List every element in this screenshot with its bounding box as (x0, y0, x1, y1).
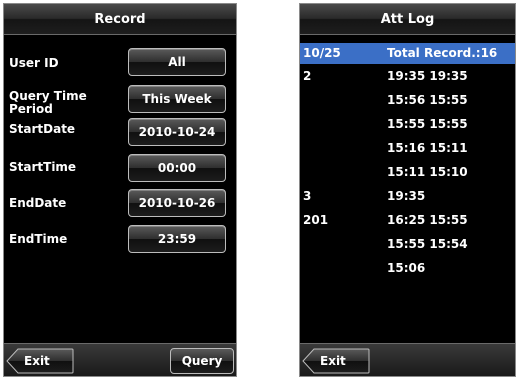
log-row[interactable]: 3 19:35 (300, 186, 515, 207)
end-time-label: EndTime (9, 232, 68, 246)
log-row[interactable]: 15:55 15:54 (300, 234, 515, 255)
query-time-period-button[interactable]: This Week (128, 85, 226, 113)
start-time-button[interactable]: 00:00 (128, 154, 226, 182)
user-id-label: User ID (9, 56, 59, 70)
att-log-title-bar: Att Log (300, 4, 515, 35)
att-log-bottom-bar: Exit (300, 343, 515, 376)
log-row[interactable]: 15:16 15:11 (300, 138, 515, 159)
end-date-button[interactable]: 2010-10-26 (128, 189, 226, 217)
log-row-times: 15:11 15:10 (387, 165, 468, 179)
record-title-bar: Record (4, 4, 236, 35)
log-row-times: 19:35 (387, 189, 426, 203)
att-log-exit-button[interactable]: Exit (302, 348, 376, 374)
record-screen: Record User ID All Query Time Period Thi… (3, 3, 237, 377)
query-button[interactable]: Query (170, 348, 234, 374)
log-row-times: 15:16 15:11 (387, 141, 468, 155)
log-row-total: Total Record.:16 (387, 46, 498, 60)
log-row-summary[interactable]: 10/25 Total Record.:16 (300, 43, 515, 64)
user-id-button[interactable]: All (128, 48, 226, 76)
log-row-times: 19:35 19:35 (387, 69, 468, 83)
log-row-date: 10/25 (303, 46, 341, 60)
exit-button[interactable]: Exit (6, 348, 80, 374)
log-row-times: 15:06 (387, 261, 426, 275)
log-row-times: 15:55 15:55 (387, 117, 468, 131)
att-log-screen: Att Log 10/25 Total Record.:16 2 19:35 1… (299, 3, 516, 377)
log-row[interactable]: 15:55 15:55 (300, 114, 515, 135)
exit-label: Exit (320, 354, 346, 368)
log-row[interactable]: 2 19:35 19:35 (300, 66, 515, 87)
log-row-times: 15:55 15:54 (387, 237, 468, 251)
start-time-label: StartTime (9, 160, 77, 174)
log-row[interactable]: 15:11 15:10 (300, 162, 515, 183)
log-row-times: 16:25 15:55 (387, 213, 468, 227)
record-title: Record (94, 11, 146, 27)
record-bottom-bar: Exit Query (4, 343, 236, 376)
log-row[interactable]: 15:06 (300, 258, 515, 279)
att-log-title: Att Log (380, 11, 435, 27)
log-row[interactable]: 15:56 15:55 (300, 90, 515, 111)
log-row-times: 15:56 15:55 (387, 93, 468, 107)
start-date-label: StartDate (9, 122, 76, 136)
exit-label: Exit (24, 354, 50, 368)
start-date-button[interactable]: 2010-10-24 (128, 118, 226, 146)
log-row-user-id: 201 (303, 213, 329, 227)
log-row-user-id: 2 (303, 69, 312, 83)
query-time-period-label: Query Time Period (9, 89, 87, 116)
end-time-button[interactable]: 23:59 (128, 225, 226, 253)
log-row[interactable]: 201 16:25 15:55 (300, 210, 515, 231)
log-row-user-id: 3 (303, 189, 312, 203)
end-date-label: EndDate (9, 196, 67, 210)
exit-button-shape: Exit (302, 348, 370, 374)
exit-button-shape: Exit (6, 348, 74, 374)
